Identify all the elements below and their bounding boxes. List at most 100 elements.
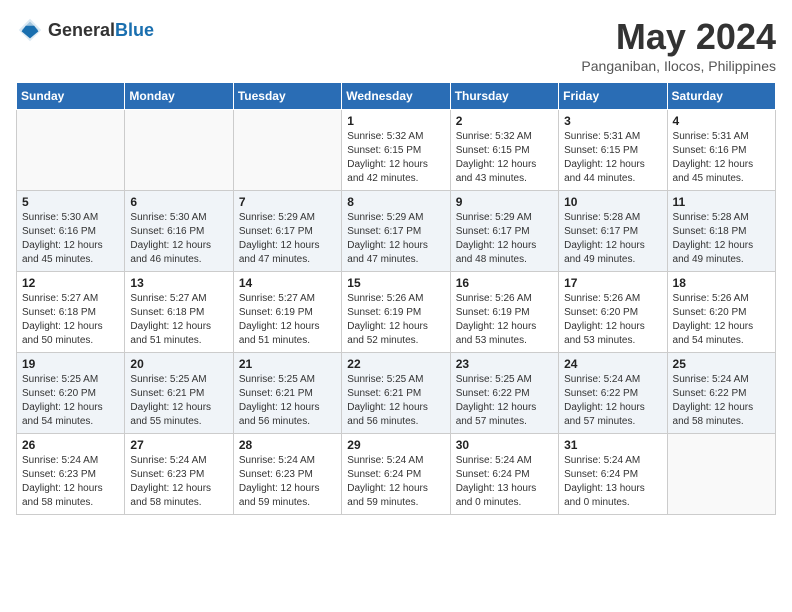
- day-number: 18: [673, 276, 770, 290]
- day-info: Sunrise: 5:24 AM Sunset: 6:23 PM Dayligh…: [239, 454, 336, 510]
- day-info: Sunrise: 5:26 AM Sunset: 6:20 PM Dayligh…: [564, 292, 661, 348]
- day-info: Sunrise: 5:30 AM Sunset: 6:16 PM Dayligh…: [130, 211, 227, 267]
- calendar-cell: 31 Sunrise: 5:24 AM Sunset: 6:24 PM Dayli…: [559, 434, 667, 515]
- day-info: Sunrise: 5:29 AM Sunset: 6:17 PM Dayligh…: [239, 211, 336, 267]
- calendar-cell: 22 Sunrise: 5:25 AM Sunset: 6:21 PM Dayli…: [342, 353, 450, 434]
- calendar-cell: 4 Sunrise: 5:31 AM Sunset: 6:16 PM Daylig…: [667, 110, 775, 191]
- calendar-cell: 10Sunrise: 5:28 AM Sunset: 6:17 PM Dayli…: [559, 191, 667, 272]
- calendar-cell: 2 Sunrise: 5:32 AM Sunset: 6:15 PM Daylig…: [450, 110, 558, 191]
- header-cell-wednesday: Wednesday: [342, 83, 450, 110]
- calendar-cell: [667, 434, 775, 515]
- day-info: Sunrise: 5:32 AM Sunset: 6:15 PM Dayligh…: [456, 130, 553, 186]
- day-number: 8: [347, 195, 444, 209]
- day-info: Sunrise: 5:29 AM Sunset: 6:17 PM Dayligh…: [456, 211, 553, 267]
- day-info: Sunrise: 5:24 AM Sunset: 6:23 PM Dayligh…: [130, 454, 227, 510]
- week-row: 1Sunrise: 5:32 AM Sunset: 6:15 PM Daylig…: [17, 110, 776, 191]
- logo-icon: [16, 16, 44, 44]
- calendar-cell: 13 Sunrise: 5:27 AM Sunset: 6:18 PM Dayli…: [125, 272, 233, 353]
- calendar-cell: 25Sunrise: 5:24 AM Sunset: 6:22 PM Dayli…: [667, 353, 775, 434]
- day-info: Sunrise: 5:27 AM Sunset: 6:19 PM Dayligh…: [239, 292, 336, 348]
- day-info: Sunrise: 5:27 AM Sunset: 6:18 PM Dayligh…: [130, 292, 227, 348]
- day-info: Sunrise: 5:30 AM Sunset: 6:16 PM Dayligh…: [22, 211, 119, 267]
- day-info: Sunrise: 5:28 AM Sunset: 6:18 PM Dayligh…: [673, 211, 770, 267]
- day-info: Sunrise: 5:25 AM Sunset: 6:21 PM Dayligh…: [347, 373, 444, 429]
- day-number: 9: [456, 195, 553, 209]
- day-number: 13: [130, 276, 227, 290]
- calendar-cell: 1Sunrise: 5:32 AM Sunset: 6:15 PM Daylig…: [342, 110, 450, 191]
- day-number: 3: [564, 114, 661, 128]
- calendar-cell: 15Sunrise: 5:26 AM Sunset: 6:19 PM Dayli…: [342, 272, 450, 353]
- week-row: 26 Sunrise: 5:24 AM Sunset: 6:23 PM Dayli…: [17, 434, 776, 515]
- header-row: SundayMondayTuesdayWednesdayThursdayFrid…: [17, 83, 776, 110]
- day-number: 20: [130, 357, 227, 371]
- day-info: Sunrise: 5:25 AM Sunset: 6:21 PM Dayligh…: [239, 373, 336, 429]
- day-number: 27: [130, 438, 227, 452]
- day-info: Sunrise: 5:29 AM Sunset: 6:17 PM Dayligh…: [347, 211, 444, 267]
- day-number: 19: [22, 357, 119, 371]
- day-info: Sunrise: 5:26 AM Sunset: 6:19 PM Dayligh…: [347, 292, 444, 348]
- day-number: 11: [673, 195, 770, 209]
- calendar-cell: 5 Sunrise: 5:30 AM Sunset: 6:16 PM Daylig…: [17, 191, 125, 272]
- calendar-cell: [233, 110, 341, 191]
- calendar-cell: 17 Sunrise: 5:26 AM Sunset: 6:20 PM Dayli…: [559, 272, 667, 353]
- week-row: 5 Sunrise: 5:30 AM Sunset: 6:16 PM Daylig…: [17, 191, 776, 272]
- logo-text: GeneralBlue: [48, 20, 154, 41]
- location-text: Panganiban, Ilocos, Philippines: [581, 58, 776, 74]
- day-info: Sunrise: 5:24 AM Sunset: 6:24 PM Dayligh…: [456, 454, 553, 510]
- day-number: 24: [564, 357, 661, 371]
- day-info: Sunrise: 5:31 AM Sunset: 6:15 PM Dayligh…: [564, 130, 661, 186]
- header-cell-friday: Friday: [559, 83, 667, 110]
- day-number: 12: [22, 276, 119, 290]
- calendar-cell: 28 Sunrise: 5:24 AM Sunset: 6:23 PM Dayli…: [233, 434, 341, 515]
- day-number: 30: [456, 438, 553, 452]
- calendar-cell: [17, 110, 125, 191]
- day-info: Sunrise: 5:24 AM Sunset: 6:23 PM Dayligh…: [22, 454, 119, 510]
- day-info: Sunrise: 5:24 AM Sunset: 6:22 PM Dayligh…: [673, 373, 770, 429]
- day-info: Sunrise: 5:24 AM Sunset: 6:24 PM Dayligh…: [564, 454, 661, 510]
- day-number: 14: [239, 276, 336, 290]
- calendar-cell: 19 Sunrise: 5:25 AM Sunset: 6:20 PM Dayli…: [17, 353, 125, 434]
- day-number: 26: [22, 438, 119, 452]
- day-info: Sunrise: 5:25 AM Sunset: 6:21 PM Dayligh…: [130, 373, 227, 429]
- day-number: 28: [239, 438, 336, 452]
- calendar-cell: 11 Sunrise: 5:28 AM Sunset: 6:18 PM Dayli…: [667, 191, 775, 272]
- day-info: Sunrise: 5:31 AM Sunset: 6:16 PM Dayligh…: [673, 130, 770, 186]
- day-number: 10: [564, 195, 661, 209]
- day-number: 6: [130, 195, 227, 209]
- day-number: 17: [564, 276, 661, 290]
- calendar-cell: 26 Sunrise: 5:24 AM Sunset: 6:23 PM Dayli…: [17, 434, 125, 515]
- day-number: 2: [456, 114, 553, 128]
- day-number: 21: [239, 357, 336, 371]
- calendar-cell: 9 Sunrise: 5:29 AM Sunset: 6:17 PM Daylig…: [450, 191, 558, 272]
- day-info: Sunrise: 5:25 AM Sunset: 6:20 PM Dayligh…: [22, 373, 119, 429]
- day-number: 5: [22, 195, 119, 209]
- calendar-table: SundayMondayTuesdayWednesdayThursdayFrid…: [16, 82, 776, 515]
- day-number: 31: [564, 438, 661, 452]
- logo: GeneralBlue: [16, 16, 154, 44]
- day-info: Sunrise: 5:27 AM Sunset: 6:18 PM Dayligh…: [22, 292, 119, 348]
- calendar-cell: 14 Sunrise: 5:27 AM Sunset: 6:19 PM Dayli…: [233, 272, 341, 353]
- calendar-cell: 7 Sunrise: 5:29 AM Sunset: 6:17 PM Daylig…: [233, 191, 341, 272]
- calendar-cell: 21 Sunrise: 5:25 AM Sunset: 6:21 PM Dayli…: [233, 353, 341, 434]
- week-row: 19 Sunrise: 5:25 AM Sunset: 6:20 PM Dayli…: [17, 353, 776, 434]
- day-number: 23: [456, 357, 553, 371]
- calendar-cell: 30 Sunrise: 5:24 AM Sunset: 6:24 PM Dayli…: [450, 434, 558, 515]
- calendar-cell: 6 Sunrise: 5:30 AM Sunset: 6:16 PM Daylig…: [125, 191, 233, 272]
- calendar-cell: 29Sunrise: 5:24 AM Sunset: 6:24 PM Dayli…: [342, 434, 450, 515]
- day-number: 29: [347, 438, 444, 452]
- day-info: Sunrise: 5:24 AM Sunset: 6:22 PM Dayligh…: [564, 373, 661, 429]
- day-info: Sunrise: 5:25 AM Sunset: 6:22 PM Dayligh…: [456, 373, 553, 429]
- day-number: 7: [239, 195, 336, 209]
- logo-blue: Blue: [115, 20, 154, 40]
- header-cell-tuesday: Tuesday: [233, 83, 341, 110]
- day-number: 4: [673, 114, 770, 128]
- calendar-cell: 27 Sunrise: 5:24 AM Sunset: 6:23 PM Dayli…: [125, 434, 233, 515]
- header-cell-thursday: Thursday: [450, 83, 558, 110]
- logo-general: General: [48, 20, 115, 40]
- day-number: 22: [347, 357, 444, 371]
- calendar-cell: 16Sunrise: 5:26 AM Sunset: 6:19 PM Dayli…: [450, 272, 558, 353]
- day-info: Sunrise: 5:26 AM Sunset: 6:19 PM Dayligh…: [456, 292, 553, 348]
- header-cell-sunday: Sunday: [17, 83, 125, 110]
- calendar-body: 1Sunrise: 5:32 AM Sunset: 6:15 PM Daylig…: [17, 110, 776, 515]
- calendar-cell: 20 Sunrise: 5:25 AM Sunset: 6:21 PM Dayli…: [125, 353, 233, 434]
